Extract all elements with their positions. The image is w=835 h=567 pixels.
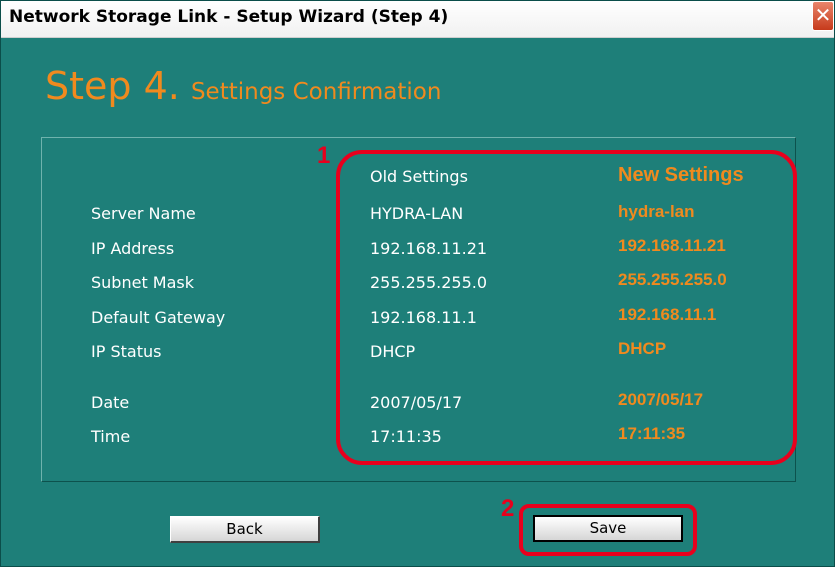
row-label-subnet-mask: Subnet Mask [91,273,195,292]
save-button[interactable]: Save [533,515,683,542]
row-label-ip-address: IP Address [91,239,175,258]
row-label-server-name: Server Name [91,204,196,223]
row-label-ip-status: IP Status [91,342,162,361]
title-bar[interactable]: Network Storage Link - Setup Wizard (Ste… [1,1,834,38]
setup-wizard-window: Network Storage Link - Setup Wizard (Ste… [0,0,835,567]
step-subtitle: Settings Confirmation [190,79,442,105]
annotation-marker-1: 1 [317,142,331,169]
annotation-marker-2: 2 [501,495,515,522]
row-label-default-gateway: Default Gateway [91,308,226,327]
row-label-time: Time [91,427,131,446]
page-heading: Step 4. Settings Confirmation [45,64,441,108]
window-title: Network Storage Link - Setup Wizard (Ste… [9,7,449,27]
settings-highlight-box [336,150,797,465]
step-number: Step 4. [45,64,180,108]
back-button[interactable]: Back [170,516,320,543]
close-icon[interactable]: ✕ [812,1,834,31]
row-label-date: Date [91,393,130,412]
